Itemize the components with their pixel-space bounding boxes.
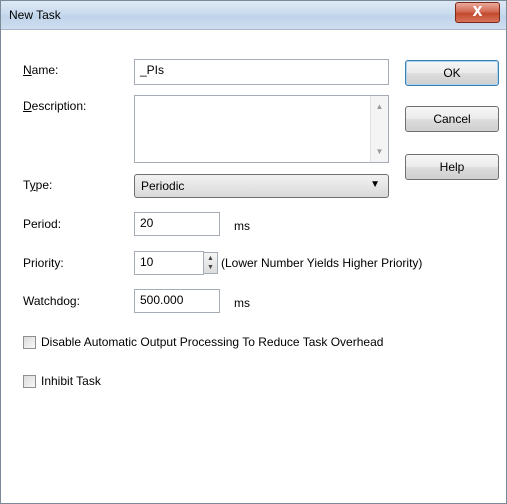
- name-field[interactable]: _PIs: [134, 59, 389, 85]
- type-label: Type:: [23, 178, 53, 192]
- type-value: Periodic: [141, 179, 185, 193]
- cancel-button[interactable]: Cancel: [405, 106, 499, 132]
- dialog-title: New Task: [9, 8, 61, 22]
- period-value: 20: [140, 216, 154, 230]
- dropdown-arrow-icon[interactable]: ▼: [370, 179, 380, 190]
- priority-label: Priority:: [23, 256, 64, 270]
- priority-spinner[interactable]: ▲ ▼: [203, 252, 218, 274]
- spin-down-icon[interactable]: ▼: [207, 263, 214, 272]
- priority-field[interactable]: 10: [134, 251, 204, 275]
- disable-output-label[interactable]: Disable Automatic Output Processing To R…: [41, 335, 383, 349]
- new-task-dialog: New Task X Name: _PIs Description: ▲ ▼ O…: [0, 0, 507, 504]
- period-label: Period:: [23, 217, 62, 231]
- period-field[interactable]: 20: [134, 212, 220, 236]
- name-label: Name:: [23, 63, 59, 77]
- title-bar[interactable]: New Task X: [1, 1, 506, 30]
- scroll-down-icon[interactable]: ▼: [371, 143, 388, 160]
- name-value: _PIs: [140, 63, 165, 77]
- dialog-body: Name: _PIs Description: ▲ ▼ OK Cancel He…: [1, 30, 506, 503]
- watchdog-unit: ms: [234, 296, 250, 310]
- period-unit: ms: [234, 219, 250, 233]
- watchdog-value: 500.000: [140, 293, 184, 307]
- watchdog-field[interactable]: 500.000: [134, 289, 220, 313]
- priority-value: 10: [140, 255, 154, 269]
- help-button[interactable]: Help: [405, 154, 499, 180]
- description-label: Description:: [23, 99, 87, 113]
- ok-button[interactable]: OK: [405, 60, 499, 86]
- inhibit-task-label[interactable]: Inhibit Task: [41, 374, 101, 388]
- watchdog-label: Watchdog:: [23, 294, 80, 308]
- spin-up-icon[interactable]: ▲: [207, 254, 214, 263]
- close-button[interactable]: X: [455, 2, 500, 23]
- type-select[interactable]: Periodic ▼: [134, 174, 389, 198]
- description-scrollbar[interactable]: ▲ ▼: [370, 96, 388, 162]
- description-field[interactable]: ▲ ▼: [134, 95, 389, 163]
- priority-hint: (Lower Number Yields Higher Priority): [221, 256, 423, 270]
- inhibit-task-checkbox[interactable]: [23, 375, 36, 388]
- scroll-up-icon[interactable]: ▲: [371, 98, 388, 115]
- disable-output-checkbox[interactable]: [23, 336, 36, 349]
- close-icon: X: [472, 5, 483, 20]
